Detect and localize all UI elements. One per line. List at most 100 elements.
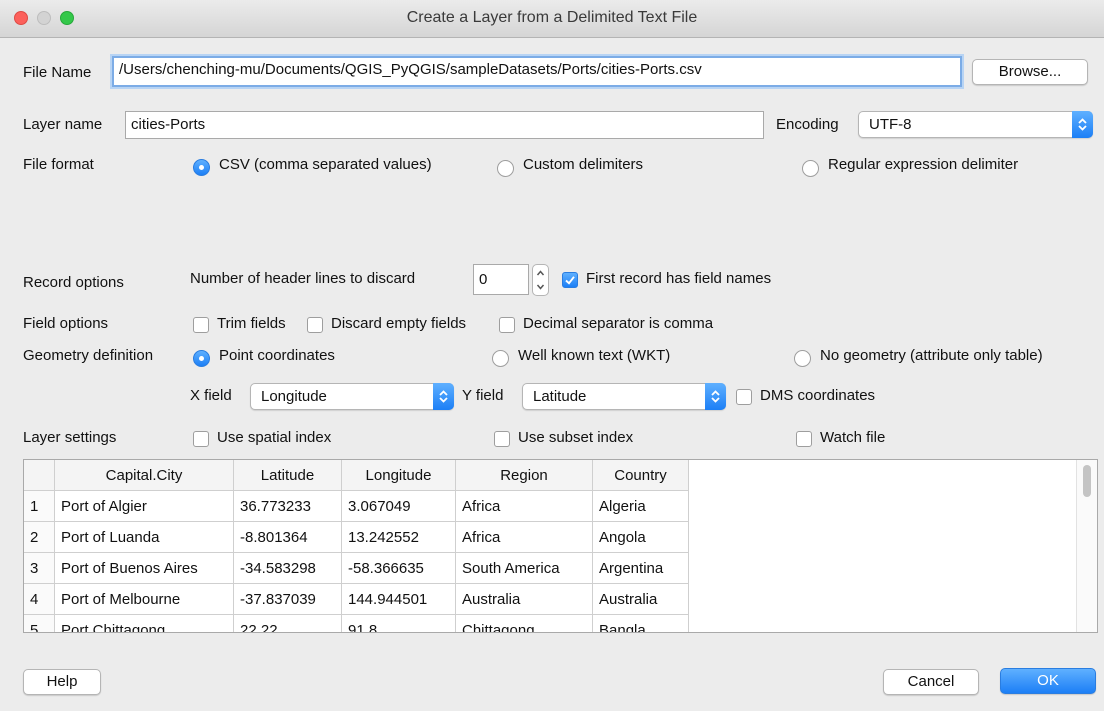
column-header[interactable]: Capital.City [54,460,234,491]
ok-button[interactable]: OK [1000,668,1096,694]
layer-settings-label: Layer settings [23,429,117,446]
table-cell: Port of Melbourne [54,583,234,615]
stepper-up-icon[interactable] [536,269,545,277]
stepper-down-icon[interactable] [536,283,545,291]
table-cell: 22.22 [233,614,342,632]
updown-chevron-icon [705,383,726,410]
y-field-select[interactable]: Latitude [522,383,726,410]
table-cell: 144.944501 [341,583,456,615]
table-cell: 3.067049 [341,490,456,522]
row-number: 2 [24,521,55,553]
column-header[interactable]: Country [592,460,689,491]
dms-coordinates-checkbox[interactable] [736,389,752,405]
dms-coordinates-label[interactable]: DMS coordinates [760,386,875,406]
watch-file-checkbox[interactable] [796,431,812,447]
table-row[interactable]: 4 Port of Melbourne -37.837039 144.94450… [24,583,689,615]
regex-delimiter-label[interactable]: Regular expression delimiter [828,155,1018,175]
trim-fields-checkbox[interactable] [193,317,209,333]
encoding-value: UTF-8 [869,116,912,133]
regex-delimiter-radio[interactable] [802,160,819,177]
table-cell: Algeria [592,490,689,522]
updown-chevron-icon [433,383,454,410]
table-cell: -58.366635 [341,552,456,584]
file-format-label: File format [23,156,94,173]
row-number: 1 [24,490,55,522]
no-geometry-label[interactable]: No geometry (attribute only table) [820,346,1043,366]
table-cell: Port of Luanda [54,521,234,553]
scrollbar-thumb[interactable] [1083,465,1091,497]
geometry-definition-label: Geometry definition [23,347,154,364]
wkt-radio[interactable] [492,350,509,367]
table-cell: 13.242552 [341,521,456,553]
table-cell: South America [455,552,593,584]
table-row[interactable]: 3 Port of Buenos Aires -34.583298 -58.36… [24,552,689,584]
custom-delimiters-label[interactable]: Custom delimiters [523,155,643,175]
column-header[interactable]: Latitude [233,460,342,491]
cancel-button[interactable]: Cancel [883,669,979,695]
table-cell: Africa [455,521,593,553]
checkmark-icon [565,276,575,285]
row-number-header [24,460,55,491]
header-lines-stepper[interactable] [532,264,549,296]
y-field-label: Y field [462,387,504,404]
subset-index-checkbox[interactable] [494,431,510,447]
header-lines-label: Number of header lines to discard [190,270,416,287]
table-row[interactable]: 5 Port Chittagong 22.22 91.8 Chittagong … [24,614,689,632]
watch-file-label[interactable]: Watch file [820,428,885,448]
table-cell: Port of Algier [54,490,234,522]
spatial-index-checkbox[interactable] [193,431,209,447]
csv-radio-label[interactable]: CSV (comma separated values) [219,155,432,175]
table-cell: Africa [455,490,593,522]
record-options-label: Record options [23,274,124,291]
help-button[interactable]: Help [23,669,101,695]
x-field-select[interactable]: Longitude [250,383,454,410]
layer-name-input[interactable]: cities-Ports [125,111,764,139]
row-number: 5 [24,614,55,632]
table-cell: -37.837039 [233,583,342,615]
table-cell: Port of Buenos Aires [54,552,234,584]
custom-delimiters-radio[interactable] [497,160,514,177]
table-header-row: Capital.City Latitude Longitude Region C… [24,460,689,491]
table-cell: Australia [592,583,689,615]
title-bar: Create a Layer from a Delimited Text Fil… [0,0,1104,38]
column-header[interactable]: Region [455,460,593,491]
row-number: 3 [24,552,55,584]
table-cell: Argentina [592,552,689,584]
layer-name-label: Layer name [23,116,103,133]
x-field-label: X field [190,387,232,404]
table-cell: Chittagong [455,614,593,632]
first-record-checkbox[interactable] [562,272,578,288]
table-row[interactable]: 1 Port of Algier 36.773233 3.067049 Afri… [24,490,689,522]
point-coordinates-radio[interactable] [193,350,210,367]
window-title: Create a Layer from a Delimited Text Fil… [406,9,698,26]
spatial-index-label[interactable]: Use spatial index [217,428,331,448]
browse-button[interactable]: Browse... [972,59,1088,85]
file-name-label: File Name [23,64,92,81]
column-header[interactable]: Longitude [341,460,456,491]
sample-data-table[interactable]: Capital.City Latitude Longitude Region C… [23,459,1098,633]
no-geometry-radio[interactable] [794,350,811,367]
encoding-label: Encoding [776,116,839,133]
point-coordinates-label[interactable]: Point coordinates [219,346,335,366]
table-cell: Angola [592,521,689,553]
discard-empty-label[interactable]: Discard empty fields [331,314,466,334]
decimal-comma-checkbox[interactable] [499,317,515,333]
first-record-label[interactable]: First record has field names [586,269,771,289]
file-name-input[interactable]: /Users/chenching-mu/Documents/QGIS_PyQGI… [112,56,962,87]
row-number: 4 [24,583,55,615]
discard-empty-checkbox[interactable] [307,317,323,333]
table-cell: Port Chittagong [54,614,234,632]
dialog-window: Create a Layer from a Delimited Text Fil… [0,0,1104,711]
vertical-scrollbar[interactable] [1076,460,1097,632]
subset-index-label[interactable]: Use subset index [518,428,633,448]
table-row[interactable]: 2 Port of Luanda -8.801364 13.242552 Afr… [24,521,689,553]
csv-radio[interactable] [193,159,210,176]
trim-fields-label[interactable]: Trim fields [217,314,286,334]
header-lines-input[interactable]: 0 [473,264,529,295]
table-cell: -34.583298 [233,552,342,584]
data-grid: Capital.City Latitude Longitude Region C… [24,460,689,632]
wkt-label[interactable]: Well known text (WKT) [518,346,670,366]
encoding-select[interactable]: UTF-8 [858,111,1093,138]
decimal-comma-label[interactable]: Decimal separator is comma [523,314,713,334]
updown-chevron-icon [1072,111,1093,138]
